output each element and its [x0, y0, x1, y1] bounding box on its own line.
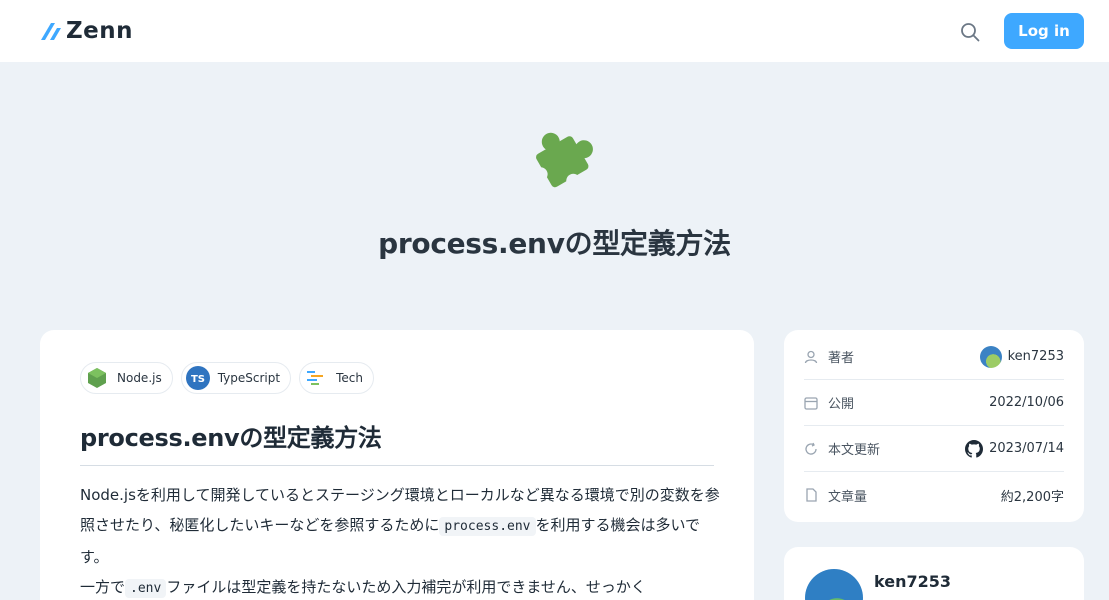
info-label-text: 本文更新 — [828, 443, 881, 458]
topic-list: Node.js TS TypeScript Tech — [80, 362, 374, 394]
inline-code: process.env — [439, 517, 536, 536]
login-button[interactable]: Log in — [1004, 13, 1084, 49]
refresh-icon — [805, 442, 817, 455]
person-icon — [804, 350, 818, 363]
site-header: Zenn Log in — [0, 0, 1109, 62]
topic-label: Node.js — [117, 371, 162, 385]
puzzle-piece-icon — [533, 132, 593, 188]
zenn-logo-icon — [41, 23, 61, 40]
paragraph: Node.jsを利用して開発しているとステージング環境とローカルなど異なる環境で… — [80, 480, 720, 572]
tech-icon — [304, 366, 328, 390]
author-avatar[interactable] — [805, 569, 863, 600]
info-row-updated: 本文更新 2023/07/14 — [804, 426, 1064, 472]
github-icon — [965, 439, 984, 458]
author-link[interactable]: ken7253 — [979, 345, 1064, 368]
hero-title: process.envの型定義方法 — [378, 227, 731, 260]
paragraph-text: ファイルは型定義を持たないため入力補完が利用できません、せっかく — [166, 578, 646, 596]
topic-label: Tech — [336, 371, 363, 385]
info-label: 著者 — [804, 347, 854, 366]
author-name: ken7253 — [1007, 349, 1064, 364]
info-row-published: 公開 2022/10/06 — [804, 380, 1064, 426]
updated-date-link[interactable]: 2023/07/14 — [965, 439, 1064, 458]
author-card-name[interactable]: ken7253 — [874, 572, 951, 591]
published-date: 2022/10/06 — [989, 395, 1064, 410]
info-label-text: 文章量 — [828, 489, 868, 505]
search-icon — [961, 23, 980, 42]
updated-date: 2023/07/14 — [989, 441, 1064, 456]
info-label-text: 著者 — [828, 351, 855, 366]
info-label: 公開 — [804, 393, 854, 412]
logo-text: Zenn — [66, 18, 134, 44]
topic-label: TypeScript — [217, 371, 281, 385]
inline-code: .env — [125, 579, 167, 598]
article-body: Node.jsを利用して開発しているとステージング環境とローカルなど異なる環境で… — [80, 480, 720, 600]
info-label-text: 公開 — [828, 397, 855, 412]
search-button[interactable] — [958, 20, 982, 44]
typescript-icon: TS — [185, 366, 210, 390]
info-label: 文章量 — [804, 486, 867, 505]
document-icon — [806, 488, 817, 502]
character-count: 約2,200字 — [1000, 489, 1064, 505]
article-title: process.envの型定義方法 — [80, 418, 714, 466]
topic-nodejs[interactable]: Node.js — [80, 362, 173, 394]
nodejs-icon — [85, 366, 109, 390]
svg-text:TS: TS — [191, 374, 205, 385]
paragraph: 一方で .env ファイルは型定義を持たないため入力補完が利用できません、せっかく — [80, 572, 720, 600]
topic-tech[interactable]: Tech — [299, 362, 374, 394]
author-card: ken7253 — [784, 547, 1084, 600]
topic-typescript[interactable]: TS TypeScript — [180, 362, 292, 394]
info-row-author: 著者 ken7253 — [804, 334, 1064, 380]
article-info-card: 著者 ken7253 公開 2022/10/06 本文更新 2023/07/14… — [784, 330, 1084, 522]
zenn-logo[interactable]: Zenn — [40, 18, 133, 44]
calendar-icon — [804, 396, 818, 410]
info-label: 本文更新 — [804, 439, 880, 458]
paragraph-text: 一方で — [80, 578, 126, 596]
article-card: Node.js TS TypeScript Tech process.envの型… — [40, 330, 754, 600]
info-row-length: 文章量 約2,200字 — [804, 472, 1064, 518]
avatar — [979, 345, 1002, 368]
